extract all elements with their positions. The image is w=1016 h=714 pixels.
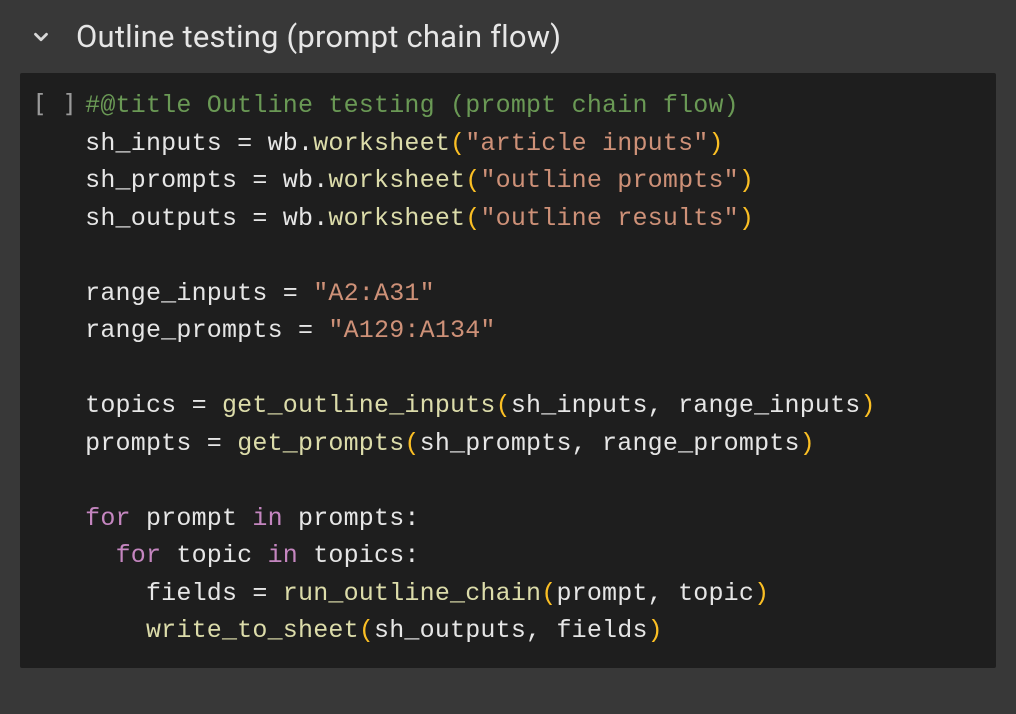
code-indent (85, 541, 115, 570)
code-keyword: for (116, 541, 162, 570)
code-cell[interactable]: [ ] #@title Outline testing (prompt chai… (20, 73, 996, 668)
code-text: prompt (131, 504, 253, 533)
code-func: worksheet (328, 166, 465, 195)
code-func: get_prompts (237, 429, 404, 458)
chevron-down-icon[interactable] (30, 26, 52, 48)
code-comment: #@title Outline testing (prompt chain fl… (85, 91, 739, 120)
code-indent (85, 579, 146, 608)
code-punct: ) (739, 166, 754, 195)
section-header[interactable]: Outline testing (prompt chain flow) (0, 0, 1016, 73)
code-text: sh_prompts, range_prompts (420, 429, 800, 458)
code-text: sh_outputs = wb. (85, 204, 328, 233)
code-text: sh_prompts = wb. (85, 166, 328, 195)
code-punct: ) (708, 129, 723, 158)
code-text: prompts = (85, 429, 237, 458)
code-keyword: for (85, 504, 131, 533)
code-text: range_inputs = (85, 279, 313, 308)
code-punct: ( (496, 391, 511, 420)
code-punct: ( (359, 616, 374, 645)
code-punct: ) (800, 429, 815, 458)
code-text: sh_inputs = wb. (85, 129, 313, 158)
code-punct: ( (465, 204, 480, 233)
code-punct: ( (450, 129, 465, 158)
code-string: "outline results" (480, 204, 738, 233)
code-punct: ( (465, 166, 480, 195)
code-punct: ) (861, 391, 876, 420)
code-text: sh_outputs, fields (374, 616, 648, 645)
code-punct: ( (404, 429, 419, 458)
code-punct: ( (541, 579, 556, 608)
code-text: range_prompts = (85, 316, 328, 345)
code-text: topics: (298, 541, 420, 570)
code-indent (85, 616, 146, 645)
code-text: topics = (85, 391, 222, 420)
section-title: Outline testing (prompt chain flow) (76, 18, 561, 55)
code-func: worksheet (328, 204, 465, 233)
code-func: write_to_sheet (146, 616, 359, 645)
code-string: "A2:A31" (313, 279, 435, 308)
code-text: prompt, topic (556, 579, 754, 608)
code-string: "outline prompts" (480, 166, 738, 195)
code-func: run_outline_chain (283, 579, 541, 608)
code-string: "article inputs" (465, 129, 708, 158)
code-text: prompts: (283, 504, 420, 533)
run-button[interactable]: [ ] (30, 87, 85, 118)
code-punct: ) (648, 616, 663, 645)
code-keyword: in (252, 504, 282, 533)
code-func: get_outline_inputs (222, 391, 496, 420)
code-text: fields = (146, 579, 283, 608)
code-text: sh_inputs, range_inputs (511, 391, 861, 420)
code-punct: ) (754, 579, 769, 608)
code-punct: ) (739, 204, 754, 233)
code-text: topic (161, 541, 267, 570)
code-keyword: in (268, 541, 298, 570)
code-string: "A129:A134" (328, 316, 495, 345)
code-editor[interactable]: #@title Outline testing (prompt chain fl… (85, 87, 876, 650)
code-func: worksheet (313, 129, 450, 158)
